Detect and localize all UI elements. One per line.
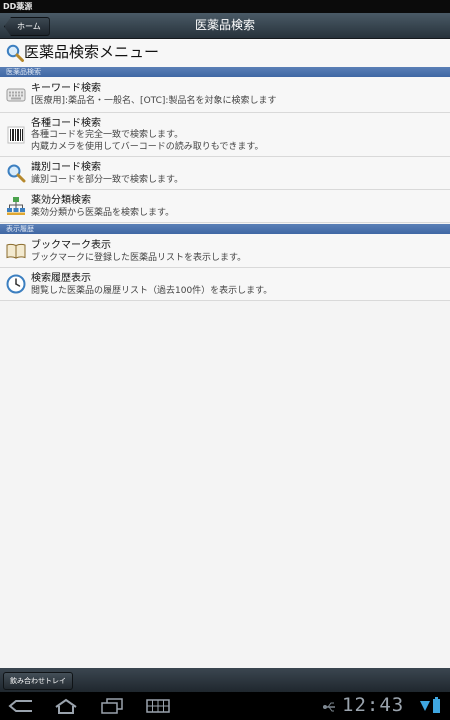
- item-title: 検索履歴表示: [31, 273, 91, 284]
- clock: 12:43: [342, 694, 405, 716]
- item-description: 内蔵カメラを使用してバーコードの読み取りもできます。: [31, 142, 264, 152]
- search-history-item[interactable]: 検索履歴表示 閲覧した医薬品の履歴リスト（過去100件）を表示します。: [0, 268, 450, 301]
- item-description: 閲覧した医薬品の履歴リスト（過去100件）を表示します。: [31, 286, 273, 296]
- hierarchy-icon: [7, 197, 25, 215]
- keyboard-nav-icon[interactable]: [146, 698, 170, 714]
- item-title: キーワード検索: [31, 83, 101, 94]
- page-title: 医薬品検索: [194, 18, 255, 32]
- interaction-tray-button[interactable]: 飲み合わせトレイ: [3, 672, 73, 690]
- bookmark-display-item[interactable]: ブックマーク表示 ブックマークに登録した医薬品リストを表示します。: [0, 234, 450, 268]
- item-description: ブックマークに登録した医薬品リストを表示します。: [31, 253, 247, 263]
- home-button[interactable]: ホーム: [4, 17, 50, 36]
- book-icon: [6, 243, 26, 259]
- barcode-icon: [7, 126, 25, 144]
- system-navigation-bar: 12:43: [0, 692, 450, 720]
- app-status-bar: DD薬源: [0, 0, 450, 13]
- clock-icon: [6, 274, 26, 294]
- item-description: 識別コードを部分一致で検索します。: [31, 175, 184, 185]
- battery-icon: [433, 697, 440, 713]
- code-search-item[interactable]: 各種コード検索 各種コードを完全一致で検索します。 内蔵カメラを使用してバーコー…: [0, 113, 450, 157]
- back-icon[interactable]: [8, 698, 34, 714]
- tray-bar: 飲み合わせトレイ: [0, 668, 450, 692]
- efficacy-class-search-item[interactable]: 薬効分類検索 薬効分類から医薬品を検索します。: [0, 190, 450, 223]
- keyboard-icon: [6, 88, 26, 102]
- item-title: 薬効分類検索: [31, 195, 91, 206]
- menu-heading: 医薬品検索メニュー: [0, 39, 450, 67]
- magnifier-icon: [7, 164, 26, 183]
- title-bar: 医薬品検索 ホーム: [0, 13, 450, 39]
- recent-apps-icon[interactable]: [100, 698, 124, 714]
- home-icon[interactable]: [54, 698, 78, 714]
- section-header-search: 医薬品検索: [0, 67, 450, 77]
- wifi-icon: [420, 701, 430, 711]
- app-name: DD薬源: [3, 2, 33, 11]
- usb-icon: [323, 702, 335, 712]
- item-description: 薬効分類から医薬品を検索します。: [31, 208, 175, 218]
- item-title: ブックマーク表示: [31, 240, 111, 251]
- item-description: [医療用]:薬品名・一般名、[OTC]:製品名を対象に検索します: [31, 96, 277, 106]
- identification-code-search-item[interactable]: 識別コード検索 識別コードを部分一致で検索します。: [0, 157, 450, 190]
- item-title: 識別コード検索: [31, 162, 101, 173]
- section-header-history: 表示履歴: [0, 224, 450, 234]
- item-description: 各種コードを完全一致で検索します。: [31, 130, 184, 140]
- menu-heading-text: 医薬品検索メニュー: [24, 43, 160, 61]
- keyword-search-item[interactable]: キーワード検索 [医療用]:薬品名・一般名、[OTC]:製品名を対象に検索します: [0, 77, 450, 113]
- search-icon: [6, 44, 24, 62]
